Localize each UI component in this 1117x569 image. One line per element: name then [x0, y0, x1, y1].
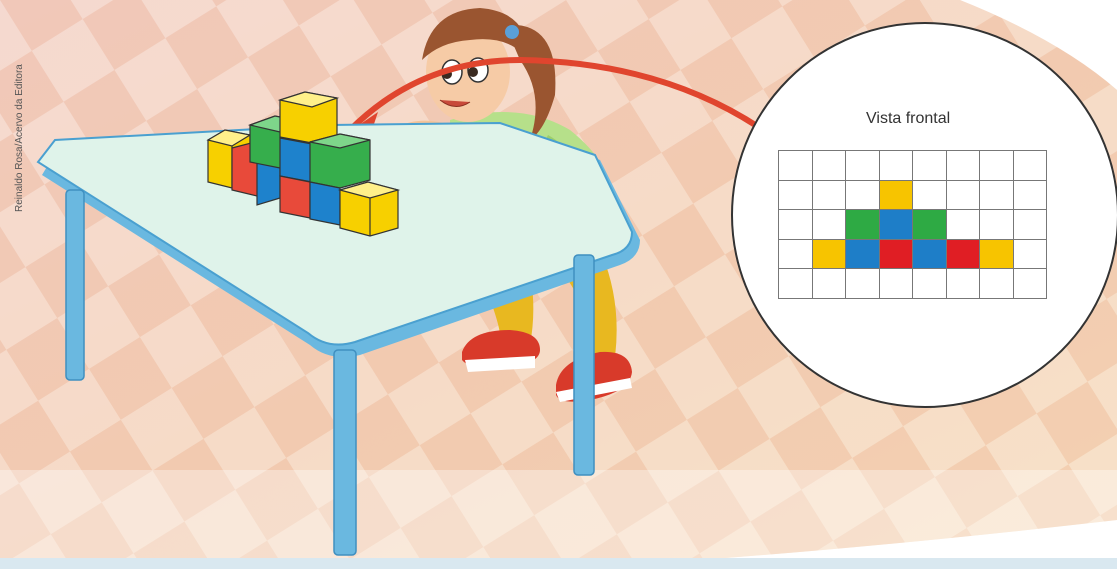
grid-cell	[812, 151, 846, 181]
grid-cell	[946, 180, 980, 210]
grid-cell	[879, 180, 913, 210]
grid-cell	[913, 180, 947, 210]
grid-cell	[879, 239, 913, 269]
grid-cell	[812, 180, 846, 210]
grid-cell	[812, 269, 846, 299]
bottom-bar	[0, 558, 1117, 569]
grid-cell	[946, 269, 980, 299]
grid-cell	[846, 210, 880, 240]
grid-cell	[1013, 210, 1047, 240]
grid-cell	[913, 239, 947, 269]
grid-cell	[846, 269, 880, 299]
grid-cell	[980, 210, 1014, 240]
grid-cell	[980, 239, 1014, 269]
grid-cell	[879, 269, 913, 299]
grid-cell	[1013, 269, 1047, 299]
grid-cell	[913, 210, 947, 240]
grid-cell	[879, 151, 913, 181]
grid-cell	[846, 239, 880, 269]
grid-cell	[980, 269, 1014, 299]
grid-cell	[779, 180, 813, 210]
front-view-title: Vista frontal	[866, 110, 951, 127]
grid-cell	[779, 151, 813, 181]
grid-cell	[846, 180, 880, 210]
grid-cell	[980, 180, 1014, 210]
grid-cell	[779, 269, 813, 299]
grid-cell	[913, 269, 947, 299]
grid-cell	[779, 239, 813, 269]
grid-cell	[946, 151, 980, 181]
grid-cell	[812, 210, 846, 240]
grid-cell	[779, 210, 813, 240]
image-credit: Reinaldo Rosa/Acervo da Editora	[14, 64, 25, 212]
grid-cell	[946, 239, 980, 269]
grid-cell	[1013, 180, 1047, 210]
front-view-grid	[778, 150, 1047, 299]
grid-cell	[846, 151, 880, 181]
grid-cell	[1013, 239, 1047, 269]
grid-cell	[812, 239, 846, 269]
grid-cell	[946, 210, 980, 240]
grid-cell	[980, 151, 1014, 181]
grid-cell	[879, 210, 913, 240]
grid-cell	[913, 151, 947, 181]
grid-cell	[1013, 151, 1047, 181]
